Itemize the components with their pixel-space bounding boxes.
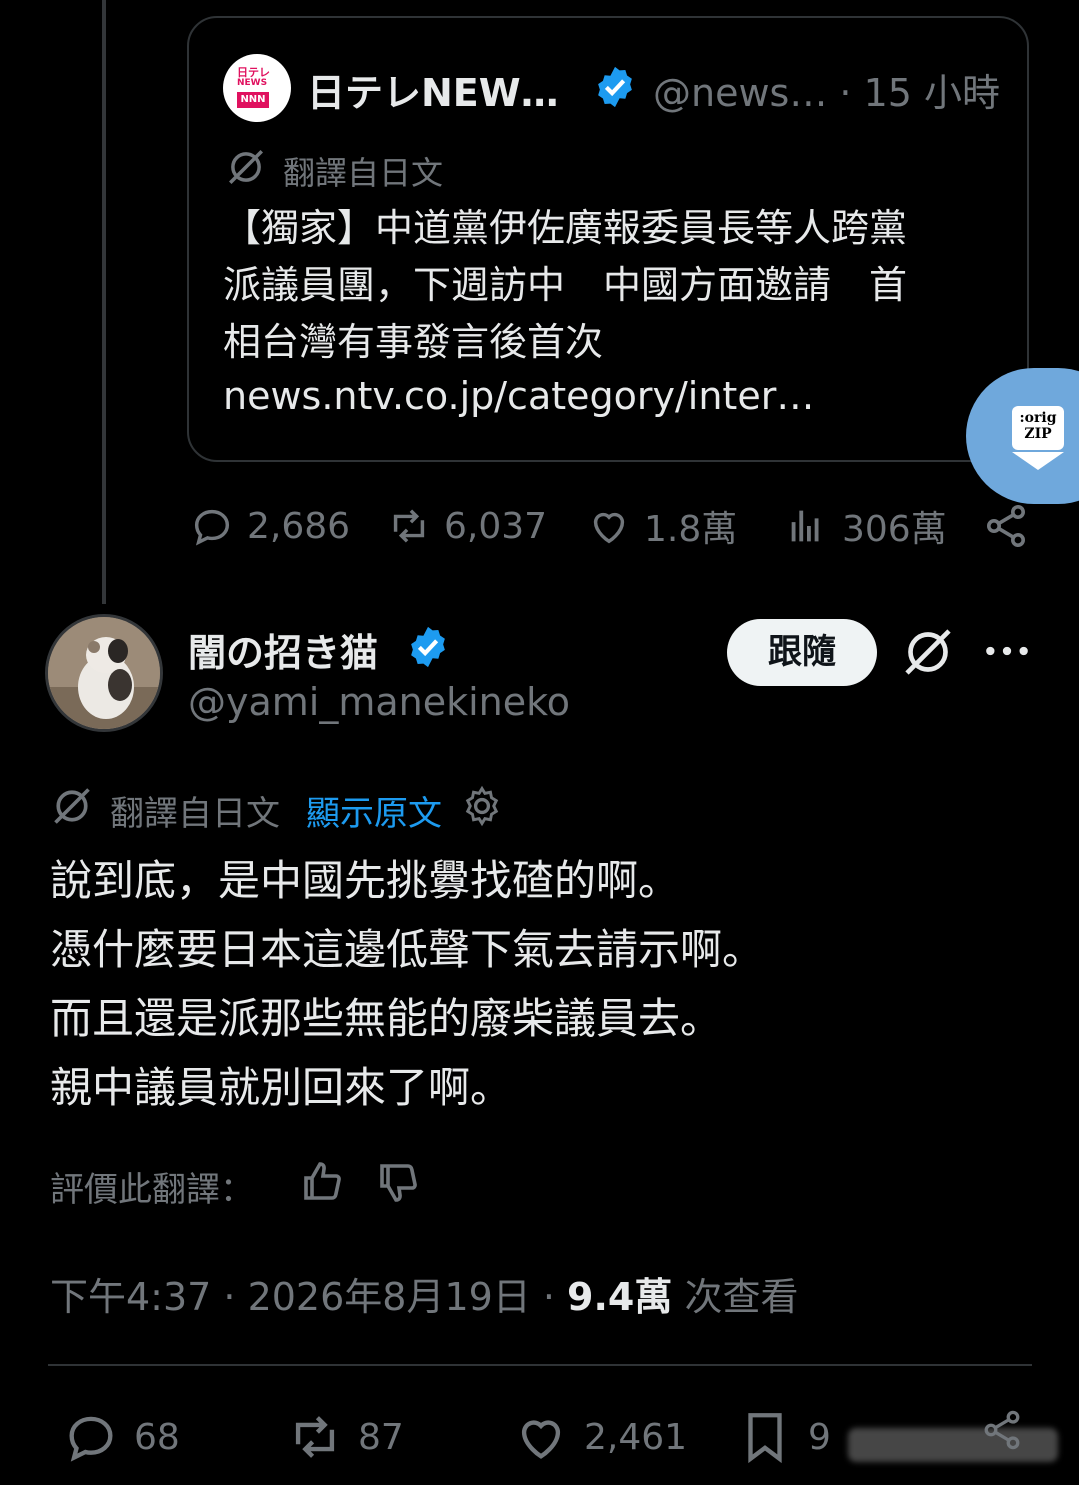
bookmark-count: 9 — [808, 1416, 831, 1458]
author-handle[interactable]: @yami_manekineko — [188, 680, 570, 724]
quoted-like-stat[interactable]: 1.8萬 — [586, 500, 737, 552]
cat-photo — [48, 617, 160, 729]
divider — [48, 1364, 1032, 1366]
quoted-display-name[interactable]: 日テレNEW… — [307, 62, 559, 117]
like-button[interactable]: 2,461 — [512, 1404, 687, 1470]
follow-button[interactable]: 跟隨 — [727, 619, 877, 686]
quoted-views-count: 306萬 — [842, 509, 947, 550]
zip-tag: :orig ZIP — [1012, 406, 1064, 450]
thumb-up-icon[interactable] — [298, 1158, 346, 1206]
quoted-repost-count: 6,037 — [444, 505, 548, 547]
grok-icon[interactable] — [900, 624, 956, 680]
translate-icon — [229, 150, 263, 184]
bookmark-icon — [748, 1413, 782, 1464]
repost-count: 87 — [358, 1416, 404, 1458]
translate-icon — [54, 788, 90, 824]
like-count: 2,461 — [584, 1416, 688, 1458]
share-icon[interactable] — [980, 1408, 1024, 1452]
zip-line2: ZIP — [1024, 426, 1052, 442]
post-views-label: 次查看 — [672, 1275, 799, 1319]
post-view-count: 9.4萬 — [567, 1275, 673, 1319]
post-meta: 下午4:37 · 2026年8月19日 · 9.4萬 次查看 — [50, 1266, 798, 1321]
reply-icon — [69, 1416, 113, 1462]
like-icon — [593, 512, 625, 544]
verified-badge-icon — [598, 66, 632, 108]
quoted-like-count: 1.8萬 — [644, 509, 738, 550]
quoted-reply-stat[interactable]: 2,686 — [189, 500, 350, 552]
post-text: 說到底，是中國先挑釁找碴的啊。 憑什麼要日本這邊低聲下氣去請示啊。 而且還是派那… — [50, 846, 1050, 1122]
post-line: 憑什麼要日本這邊低聲下氣去請示啊。 — [50, 925, 765, 974]
reply-icon — [194, 509, 230, 546]
quoted-repost-stat[interactable]: 6,037 — [386, 500, 547, 552]
repost-icon — [295, 1416, 335, 1458]
logo-text-mid: NEWS — [237, 78, 268, 88]
reply-count: 68 — [134, 1416, 180, 1458]
logo-text-bottom: NNN — [237, 92, 269, 108]
views-icon — [791, 510, 819, 542]
post-line: 說到底，是中國先挑釁找碴的啊。 — [50, 856, 681, 905]
author-avatar[interactable] — [45, 614, 163, 732]
download-arrow-icon — [1012, 452, 1064, 470]
like-icon — [521, 1420, 561, 1459]
thread-connector-line — [102, 0, 106, 604]
quoted-post-card[interactable]: 日テレ NEWS NNN 日テレNEW… @news… · 15 小時 翻譯自日… — [187, 16, 1029, 462]
show-original-link[interactable]: 顯示原文 — [306, 786, 442, 835]
verified-badge-icon — [411, 626, 445, 668]
rate-translation-label: 評價此翻譯： — [50, 1170, 254, 1210]
author-display-name[interactable]: 闇の招き猫 — [188, 622, 378, 677]
post-line: 而且還是派那些無能的廢柴議員去。 — [50, 994, 723, 1043]
watermark — [848, 1428, 1058, 1462]
more-icon[interactable] — [982, 636, 1032, 666]
zip-line1: :orig — [1019, 410, 1057, 426]
bookmark-button[interactable]: 9 — [736, 1404, 831, 1470]
quoted-views-stat[interactable]: 306萬 — [784, 500, 947, 552]
repost-button[interactable]: 87 — [286, 1404, 404, 1470]
translate-label: 翻譯自日文 — [110, 794, 280, 834]
share-icon[interactable] — [982, 502, 1030, 550]
quoted-avatar[interactable]: 日テレ NEWS NNN — [223, 54, 291, 122]
quoted-reply-count: 2,686 — [247, 505, 351, 547]
quoted-post-text: 【獨家】中道黨伊佐廣報委員長等人跨黨 派議員團，下週訪中 中國方面邀請 首 相台… — [223, 206, 908, 364]
post-timestamp[interactable]: 下午4:37 · 2026年8月19日 · — [50, 1275, 567, 1319]
post-line: 親中議員就別回來了啊。 — [50, 1063, 513, 1112]
gear-icon[interactable] — [460, 784, 504, 828]
quoted-handle-time[interactable]: @news… · 15 小時 — [653, 62, 1000, 117]
quoted-translate-label: 翻譯自日文 — [283, 154, 444, 192]
thumb-down-icon[interactable] — [374, 1158, 422, 1206]
repost-icon — [393, 509, 425, 543]
quoted-link[interactable]: news.ntv.co.jp/category/inter… — [223, 374, 814, 418]
reply-button[interactable]: 68 — [62, 1404, 180, 1470]
